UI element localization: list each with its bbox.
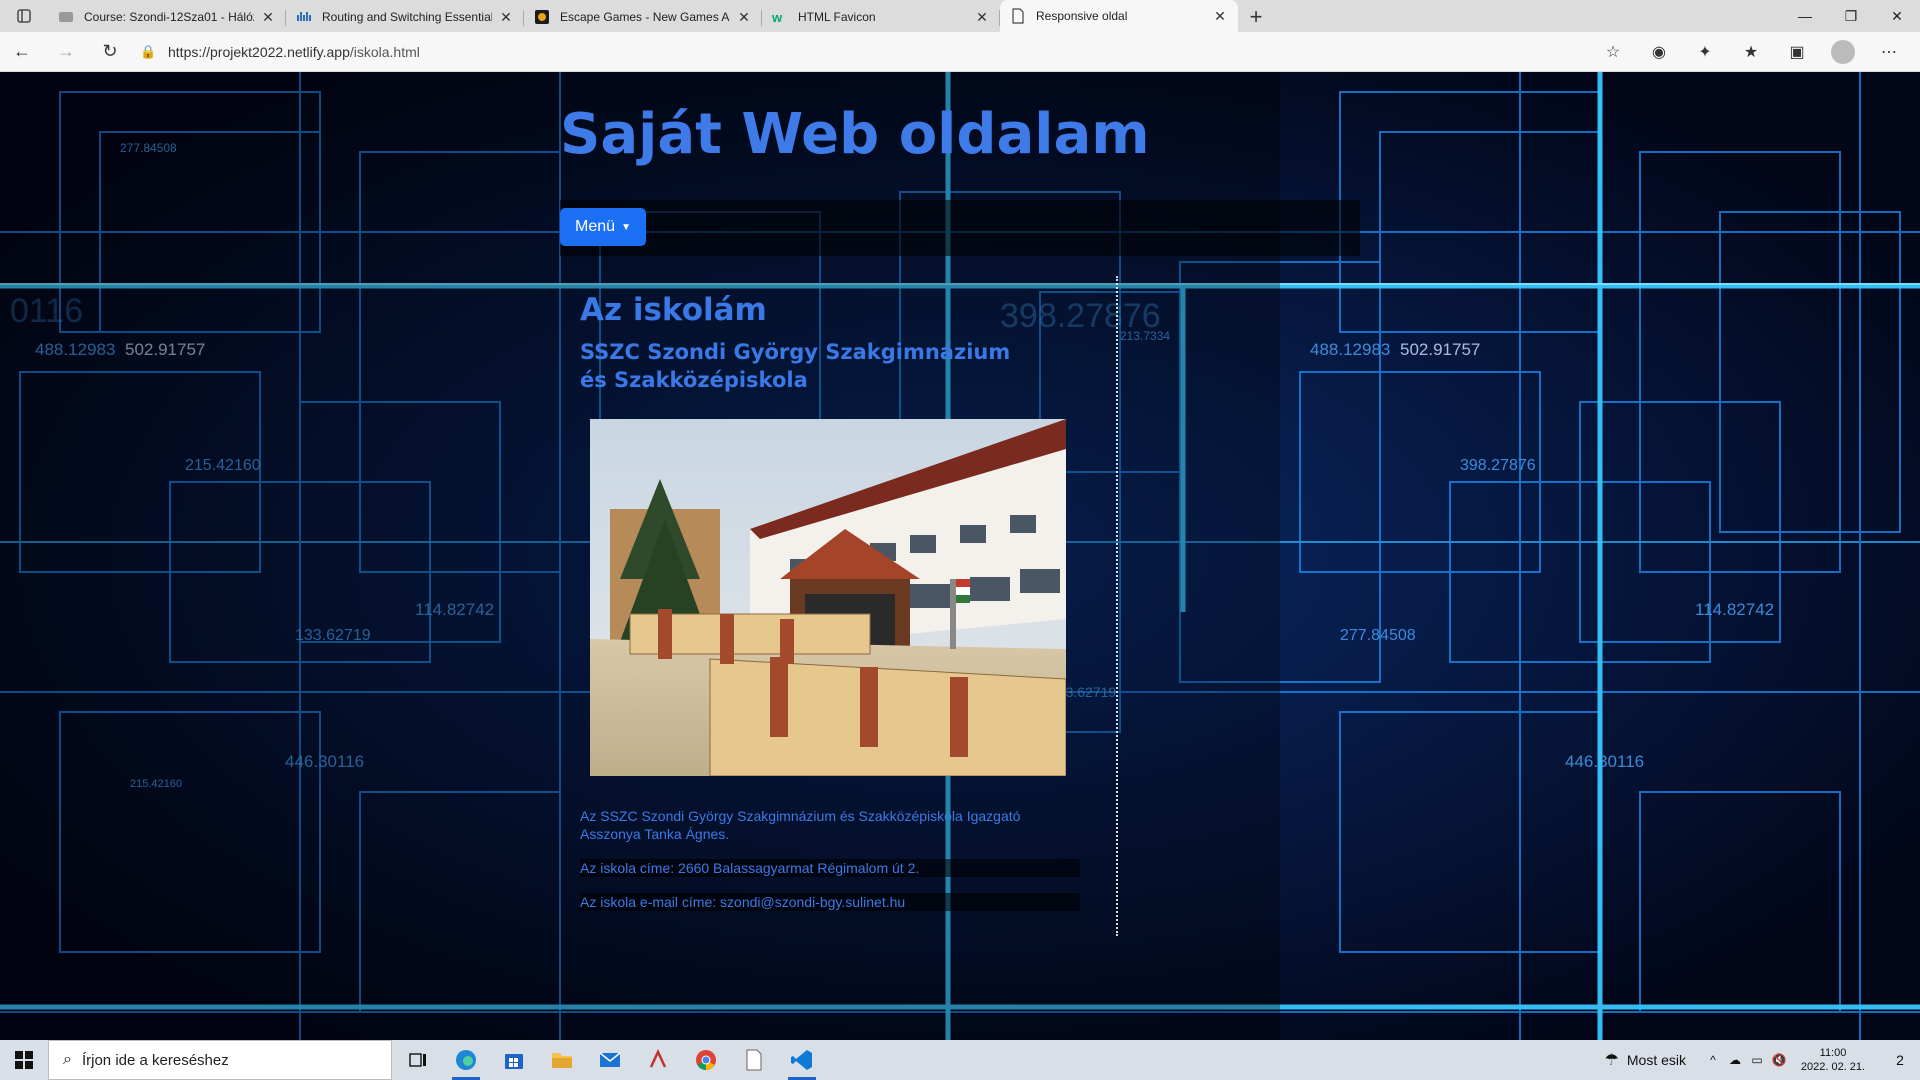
extensions-icon[interactable]: ✦	[1682, 42, 1728, 62]
main-content: Az iskolám SSZC Szondi György Szakgimnáz…	[580, 292, 1080, 394]
windows-taskbar: ⌕ Írjon ide a kereséshez ☂ Most esik ^ ☁…	[0, 1040, 1920, 1080]
browser-tab-active[interactable]: Responsive oldal ✕	[1000, 0, 1238, 32]
browser-toolbar: ← → ↻ 🔒 https://projekt2022.netlify.app /…	[0, 32, 1920, 72]
chrome-icon[interactable]	[682, 1040, 730, 1080]
refresh-icon[interactable]: ↻	[88, 35, 132, 69]
collections-icon[interactable]: ▣	[1774, 42, 1820, 62]
close-icon[interactable]: ✕	[498, 9, 514, 26]
tab-title: Responsive oldal	[1036, 9, 1128, 23]
store-icon[interactable]	[490, 1040, 538, 1080]
menu-label: Menü	[575, 218, 616, 235]
tab-actions-button[interactable]	[0, 0, 48, 32]
umbrella-icon: ☂	[1604, 1052, 1619, 1069]
back-icon[interactable]: ←	[0, 35, 44, 69]
system-tray: ☂ Most esik ^ ☁ ▭ 🔇 11:00 2022. 02. 21. …	[1605, 1040, 1920, 1080]
close-icon[interactable]: ✕	[974, 9, 990, 26]
close-icon[interactable]: ✕	[260, 9, 276, 26]
clock[interactable]: 11:00 2022. 02. 21.	[1798, 1046, 1868, 1074]
notepad-icon[interactable]	[730, 1040, 778, 1080]
taskbar-search[interactable]: ⌕ Írjon ide a kereséshez	[48, 1040, 392, 1080]
school-photo	[590, 419, 1066, 776]
clock-date: 2022. 02. 21.	[1800, 1061, 1866, 1073]
game-icon	[534, 9, 550, 25]
close-window-icon[interactable]: ✕	[1874, 0, 1920, 32]
new-tab-button[interactable]: +	[1238, 2, 1274, 32]
windows-icon	[15, 1051, 33, 1069]
packet-tracer-icon[interactable]	[634, 1040, 682, 1080]
email-text: Az iskola e-mail címe: szondi@szondi-bgy…	[580, 893, 1080, 911]
profile-avatar-icon[interactable]	[1831, 39, 1855, 64]
tracking-icon[interactable]: ◉	[1636, 42, 1682, 62]
weather-text: Most esik	[1626, 1052, 1686, 1068]
network-icon[interactable]: ▭	[1746, 1053, 1768, 1067]
toolbar-icons: ☆ ◉ ✦ ★ ▣ ⋯	[1590, 39, 1920, 64]
cisco-icon	[296, 9, 312, 25]
browser-tab[interactable]: w HTML Favicon ✕	[762, 2, 1000, 32]
close-icon[interactable]: ✕	[736, 9, 752, 26]
background-number: 114.82742	[1695, 600, 1774, 619]
w3schools-icon: w	[772, 9, 788, 25]
page-icon	[1010, 8, 1026, 24]
tab-actions-icon	[17, 9, 31, 23]
cloud-icon[interactable]: ☁	[1724, 1053, 1746, 1067]
page-viewport: 488.12983 502.91757 114.82742 446.30116 …	[0, 72, 1920, 1040]
clock-time: 11:00	[1819, 1047, 1847, 1059]
principal-text: Az SSZC Szondi György Szakgimnázium és S…	[580, 808, 1021, 842]
menu-dropdown-button[interactable]: Menü ▼	[560, 208, 646, 246]
search-icon: ⌕	[63, 1051, 72, 1068]
favorites-icon[interactable]: ★	[1728, 42, 1774, 62]
moodle-icon	[58, 9, 74, 25]
navbar: Menü ▼	[560, 200, 1360, 256]
file-explorer-icon[interactable]	[538, 1040, 586, 1080]
weather-widget[interactable]: ☂ Most esik	[1605, 1050, 1686, 1070]
search-placeholder: Írjon ide a kereséshez	[81, 1051, 229, 1069]
notification-icon[interactable]: 2	[1880, 1052, 1920, 1068]
school-info: Az SSZC Szondi György Szakgimnázium és S…	[580, 807, 1080, 927]
browser-tab[interactable]: Routing and Switching Essentials ✕	[286, 2, 524, 32]
tab-title: Course: Szondi-12Sza01 - Hálózat	[84, 10, 254, 24]
tab-strip: Course: Szondi-12Sza01 - Hálózat ✕ Routi…	[0, 0, 1920, 32]
task-view-icon[interactable]	[394, 1040, 442, 1080]
more-icon[interactable]: ⋯	[1866, 42, 1912, 62]
favorite-add-icon[interactable]: ☆	[1590, 42, 1636, 62]
speaker-muted-icon[interactable]: 🔇	[1768, 1053, 1790, 1067]
browser-tab[interactable]: Course: Szondi-12Sza01 - Hálózat ✕	[48, 2, 286, 32]
page-heading: Az iskolám	[580, 292, 767, 328]
address-text: Az iskola címe: 2660 Balassagyarmat Régi…	[580, 859, 1080, 877]
background-number: 488.12983	[1310, 340, 1390, 359]
tab-title: HTML Favicon	[798, 10, 876, 24]
browser-tab[interactable]: Escape Games - New Games Ad ✕	[524, 2, 762, 32]
taskbar-apps	[394, 1040, 826, 1080]
lock-icon: 🔒	[140, 43, 157, 59]
minimize-icon[interactable]: —	[1782, 0, 1828, 32]
site-title: Saját Web oldalam	[560, 102, 1150, 167]
url-base: https://projekt2022.netlify.app	[168, 43, 350, 60]
background-number: 502.91757	[1400, 340, 1480, 359]
svg-text:w: w	[772, 10, 783, 25]
forward-icon[interactable]: →	[44, 35, 88, 69]
url-path: /iskola.html	[349, 43, 420, 60]
tab-title: Routing and Switching Essentials	[322, 10, 492, 24]
background-number: 446.30116	[1565, 752, 1644, 771]
tab-title: Escape Games - New Games Ad	[560, 10, 730, 24]
caret-down-icon: ▼	[621, 221, 631, 233]
dotted-divider	[1116, 276, 1118, 936]
edge-icon[interactable]	[442, 1040, 490, 1080]
mail-icon[interactable]	[586, 1040, 634, 1080]
chevron-up-icon[interactable]: ^	[1702, 1053, 1724, 1067]
vscode-icon[interactable]	[778, 1040, 826, 1080]
background-number: 277.84508	[1340, 627, 1416, 644]
notification-count: 2	[1896, 1052, 1904, 1068]
page-subheading: SSZC Szondi György Szakgimnázium és Szak…	[580, 340, 1011, 392]
restore-icon[interactable]: ❐	[1828, 0, 1874, 32]
window-controls: — ❐ ✕	[1782, 0, 1920, 32]
close-icon[interactable]: ✕	[1212, 8, 1228, 25]
address-bar[interactable]: 🔒 https://projekt2022.netlify.app/iskola…	[132, 36, 1590, 68]
background-number: 398.27876	[1460, 457, 1536, 474]
start-button[interactable]	[0, 1040, 48, 1080]
